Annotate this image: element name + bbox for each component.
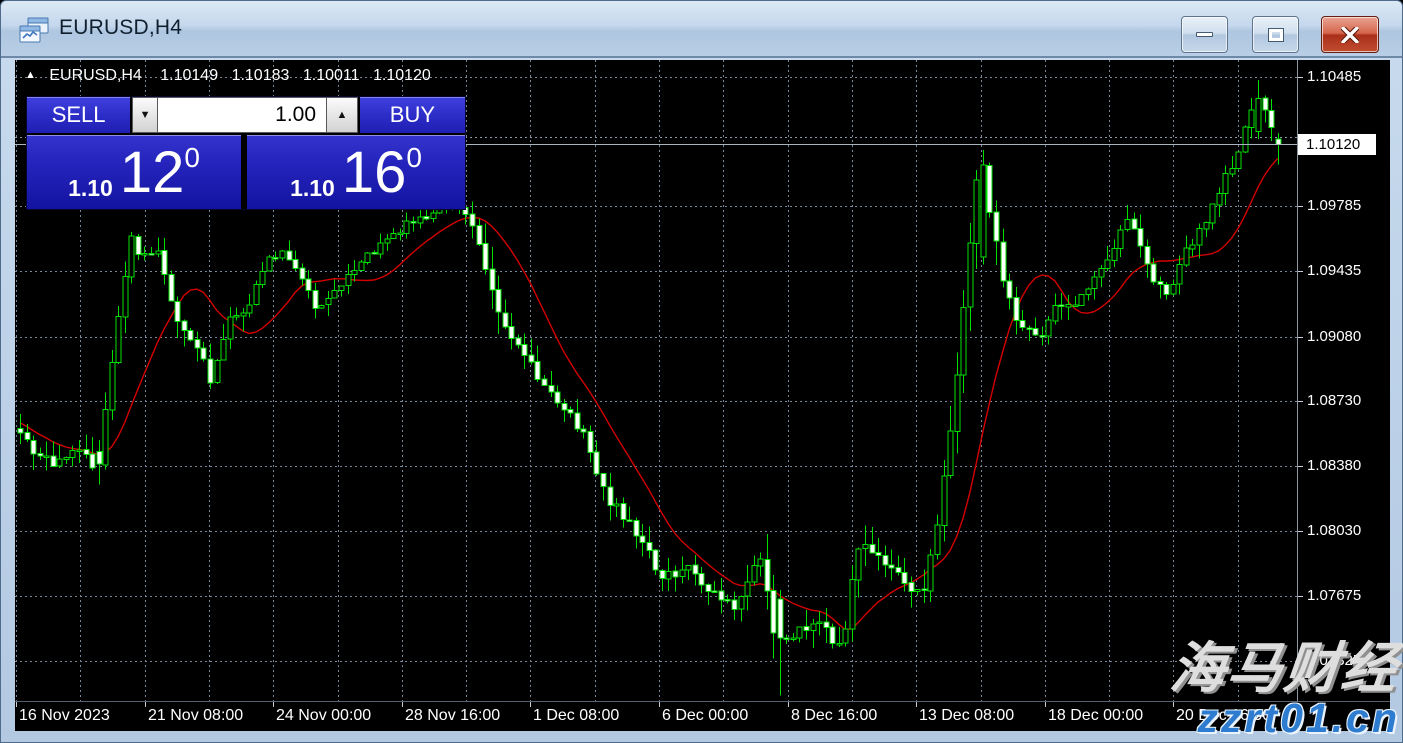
- price-axis-tick: [1298, 466, 1303, 467]
- time-axis-label: 6 Dec 00:00: [662, 707, 748, 725]
- time-axis-label: 13 Dec 08:00: [919, 707, 1014, 725]
- buy-price-main: 1.10: [290, 175, 335, 202]
- low-value: 1.10011: [303, 67, 360, 84]
- time-axis-label: 16 Nov 2023: [19, 707, 110, 725]
- price-axis-tick: [1298, 206, 1303, 207]
- time-axis-label: 8 Dec 16:00: [791, 707, 877, 725]
- collapse-panel-icon[interactable]: ▲: [25, 69, 36, 81]
- sell-button[interactable]: SELL: [27, 97, 130, 133]
- time-axis-tick: [659, 702, 660, 707]
- price-axis-tick: [1298, 337, 1303, 338]
- title-bar[interactable]: EURUSD,H4: [1, 1, 1402, 58]
- price-axis-tick: [1298, 271, 1303, 272]
- price-axis-tick: [1298, 401, 1303, 402]
- restore-button[interactable]: [1252, 16, 1299, 53]
- close-value: 1.10120: [373, 67, 431, 84]
- price-axis-label: 1.10485: [1307, 68, 1361, 86]
- price-axis-label: 1.09785: [1307, 197, 1361, 215]
- watermark-url: zzrt01.cn: [1198, 695, 1400, 742]
- time-axis-tick: [788, 702, 789, 707]
- chart-window: EURUSD,H4 ▲ EURUSD,H4 1.10149 1.10183 1.…: [0, 0, 1403, 743]
- chart-window-icon: [19, 17, 49, 43]
- sell-price-pips: 12: [120, 144, 185, 202]
- time-axis-label: 28 Nov 16:00: [405, 707, 500, 725]
- time-axis-tick: [1045, 702, 1046, 707]
- price-axis-tick: [1298, 531, 1303, 532]
- price-axis-label: 1.07675: [1307, 587, 1361, 605]
- buy-price-button[interactable]: 1.10 16 0: [247, 135, 465, 209]
- close-icon: [1341, 27, 1359, 43]
- restore-icon: [1269, 29, 1283, 41]
- time-axis-label: 21 Nov 08:00: [148, 707, 243, 725]
- time-axis-tick: [530, 702, 531, 707]
- moving-average-line: [20, 158, 1278, 629]
- one-click-trading-panel: SELL ▼ ▲ BUY 1.10 12 0 1.10 16: [26, 96, 466, 210]
- high-value: 1.10183: [232, 67, 290, 84]
- chevron-down-icon: ▼: [140, 109, 151, 121]
- price-axis-label: 1.08030: [1307, 522, 1361, 540]
- time-axis-tick: [273, 702, 274, 707]
- chevron-up-icon: ▲: [336, 109, 347, 121]
- chart-area: ▲ EURUSD,H4 1.10149 1.10183 1.10011 1.10…: [15, 60, 1390, 731]
- sell-price-point: 0: [184, 144, 200, 172]
- time-axis[interactable]: 16 Nov 2023 21 Nov 08:00 24 Nov 00:00 28 No…: [15, 701, 1390, 731]
- open-value: 1.10149: [160, 67, 218, 84]
- sell-price-button[interactable]: 1.10 12 0: [27, 135, 241, 209]
- price-axis-tick: [1298, 596, 1303, 597]
- volume-decrease-button[interactable]: ▼: [132, 97, 158, 133]
- volume-increase-button[interactable]: ▲: [326, 97, 358, 133]
- sell-price-main: 1.10: [68, 175, 113, 202]
- price-axis-label: 1.08730: [1307, 392, 1361, 410]
- buy-button[interactable]: BUY: [360, 97, 465, 133]
- current-price-badge: 1.10120: [1298, 134, 1376, 155]
- time-axis-tick: [145, 702, 146, 707]
- price-axis-label: 1.08380: [1307, 457, 1361, 475]
- time-axis-tick: [402, 702, 403, 707]
- minimize-icon: [1196, 32, 1213, 37]
- time-axis-label: 1 Dec 08:00: [533, 707, 619, 725]
- time-axis-label: 18 Dec 00:00: [1048, 707, 1143, 725]
- time-axis-label: 24 Nov 00:00: [276, 707, 371, 725]
- price-axis[interactable]: 1.10485 1.09785 1.09435 1.09080 1.08730 1.083…: [1297, 60, 1390, 701]
- close-button[interactable]: [1321, 16, 1379, 53]
- time-axis-tick: [916, 702, 917, 707]
- watermark-chinese: 海马财经: [1167, 623, 1403, 703]
- window-title: EURUSD,H4: [59, 16, 182, 40]
- price-axis-label: 1.09435: [1307, 262, 1361, 280]
- volume-input[interactable]: [158, 97, 326, 133]
- price-axis-label: 1.09080: [1307, 328, 1361, 346]
- price-axis-tick: [1298, 77, 1303, 78]
- buy-price-pips: 16: [342, 144, 407, 202]
- time-axis-tick: [16, 702, 17, 707]
- symbol-period-label: EURUSD,H4: [49, 67, 141, 84]
- ohlc-header: ▲ EURUSD,H4 1.10149 1.10183 1.10011 1.10…: [25, 67, 440, 85]
- buy-price-point: 0: [406, 144, 422, 172]
- minimize-button[interactable]: [1181, 16, 1228, 53]
